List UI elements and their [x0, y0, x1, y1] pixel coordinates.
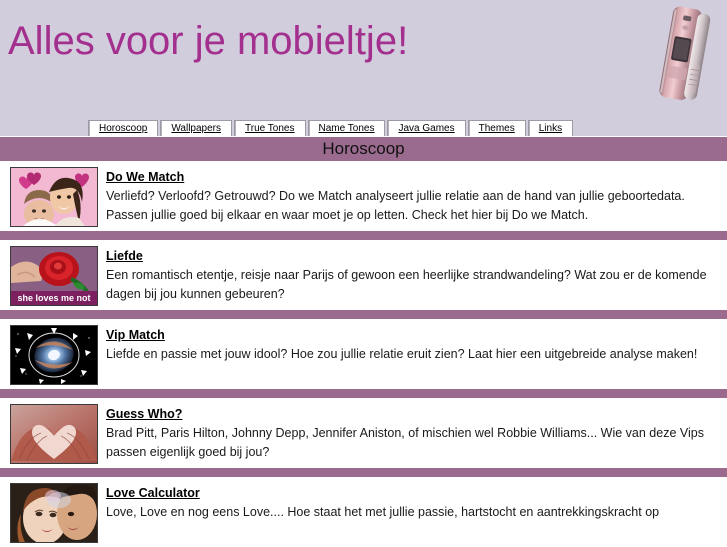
horoscoop-item-list: Do We Match Verliefd? Verloofd? Getrouwd…: [0, 161, 727, 547]
nav-tab-label: Links: [538, 123, 563, 134]
nav-tab-java-games[interactable]: Java Games: [387, 120, 466, 136]
item-description: Love, Love en nog eens Love.... Hoe staa…: [106, 505, 660, 519]
item-separator: [0, 310, 727, 319]
item-body: Liefde Een romantisch etentje, reisje na…: [106, 246, 721, 305]
item-body: Vip Match Liefde en passie met jouw idoo…: [106, 325, 721, 364]
item-separator: [0, 389, 727, 398]
nav-tab-links[interactable]: Links: [527, 120, 574, 136]
item-description: Brad Pitt, Paris Hilton, Johnny Depp, Je…: [106, 426, 704, 460]
nav-tab-label: Wallpapers: [171, 123, 222, 134]
item-body: Guess Who? Brad Pitt, Paris Hilton, John…: [106, 404, 721, 463]
item-description: Liefde en passie met jouw idool? Hoe zou…: [106, 347, 698, 361]
list-item[interactable]: Love Calculator Love, Love en nog eens L…: [0, 477, 727, 547]
nav-tab-label: Name Tones: [318, 123, 375, 134]
item-separator: [0, 468, 727, 477]
item-title-link[interactable]: Vip Match: [106, 328, 165, 342]
nav-tab-label: Horoscoop: [99, 123, 148, 134]
list-item[interactable]: she loves me not Liefde Een romantisch e…: [0, 240, 727, 310]
nav-tab-wallpapers[interactable]: Wallpapers: [160, 120, 233, 136]
nav-tab-label: Java Games: [398, 123, 455, 134]
svg-text:she loves me not: she loves me not: [17, 293, 90, 303]
site-title: Alles voor je mobieltje!: [8, 19, 409, 63]
item-separator: [0, 231, 727, 240]
item-description: Verliefd? Verloofd? Getrouwd? Do we Matc…: [106, 189, 685, 223]
hands-heart-thumbnail[interactable]: [10, 404, 98, 464]
item-description: Een romantisch etentje, reisje naar Pari…: [106, 268, 707, 302]
section-title: Horoscoop: [322, 139, 405, 158]
main-navigation: Horoscoop Wallpapers True Tones Name Ton…: [0, 118, 727, 136]
couple-kiss-thumbnail[interactable]: [10, 483, 98, 543]
nav-tab-themes[interactable]: Themes: [467, 120, 526, 136]
nav-tab-true-tones[interactable]: True Tones: [234, 120, 306, 136]
item-title-link[interactable]: Do We Match: [106, 170, 184, 184]
mobile-phone-image: [655, 2, 715, 107]
nav-tab-label: Themes: [478, 123, 515, 134]
page-header: Alles voor je mobieltje!: [0, 0, 727, 118]
rose-she-loves-me-not-thumbnail[interactable]: she loves me not: [10, 246, 98, 306]
item-title-link[interactable]: Guess Who?: [106, 407, 182, 421]
item-title-link[interactable]: Love Calculator: [106, 486, 200, 500]
section-title-bar: Horoscoop: [0, 136, 727, 161]
nav-tab-horoscoop[interactable]: Horoscoop: [88, 120, 159, 136]
item-body: Do We Match Verliefd? Verloofd? Getrouwd…: [106, 167, 721, 226]
nav-tab-label: True Tones: [245, 123, 295, 134]
couple-hearts-thumbnail[interactable]: [10, 167, 98, 227]
item-title-link[interactable]: Liefde: [106, 249, 143, 263]
list-item[interactable]: Do We Match Verliefd? Verloofd? Getrouwd…: [0, 161, 727, 231]
nav-tab-list: Horoscoop Wallpapers True Tones Name Ton…: [88, 118, 727, 136]
nav-tab-name-tones[interactable]: Name Tones: [307, 120, 386, 136]
list-item[interactable]: Guess Who? Brad Pitt, Paris Hilton, John…: [0, 398, 727, 468]
list-item[interactable]: Vip Match Liefde en passie met jouw idoo…: [0, 319, 727, 389]
item-body: Love Calculator Love, Love en nog eens L…: [106, 483, 721, 522]
zodiac-galaxy-thumbnail[interactable]: [10, 325, 98, 385]
